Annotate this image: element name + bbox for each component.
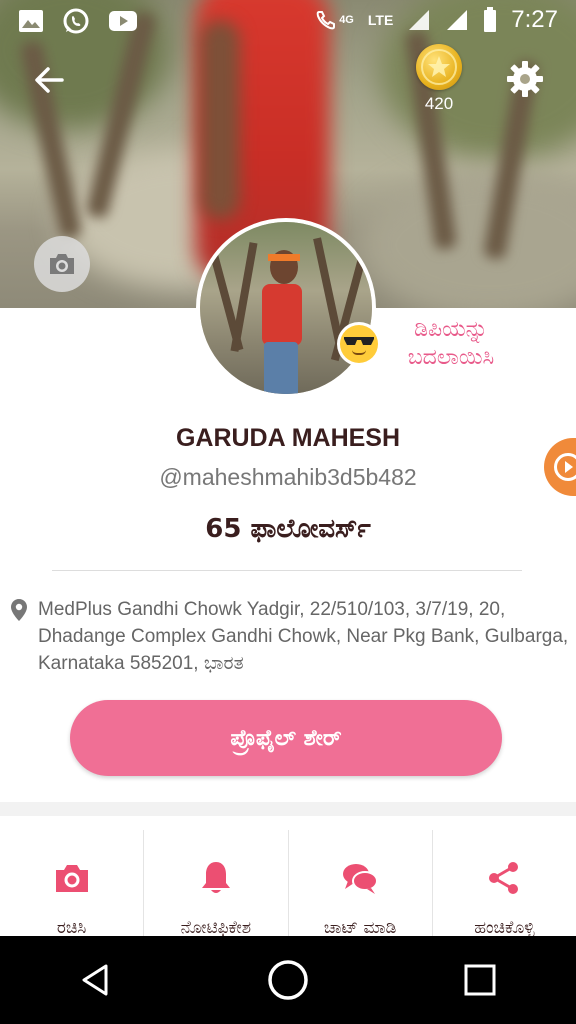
signal-icon (409, 10, 430, 30)
share-profile-button[interactable]: ಪ್ರೊಫೈಲ್ ಶೇರ್ (70, 700, 502, 776)
action-label: ರಚಿಸಿ (56, 918, 87, 938)
battery-icon (484, 7, 497, 32)
image-icon (19, 10, 43, 32)
gear-icon (507, 61, 543, 97)
nav-back-button[interactable] (66, 950, 126, 1010)
action-notifications[interactable]: ನೋಟಿಫಿಕೇಶ (144, 830, 289, 938)
home-circle-icon (268, 960, 308, 1000)
action-create[interactable]: ರಚಿಸಿ (0, 830, 145, 938)
network-type-label: LTE (367, 12, 394, 28)
camera-icon (55, 865, 88, 892)
action-label: ಚಾಟ್ ಮಾಡಿ (323, 918, 397, 938)
coin-icon[interactable] (416, 44, 462, 90)
clock: 7:27 (511, 6, 558, 33)
youtube-icon (109, 11, 137, 31)
share-icon (489, 862, 519, 894)
followers-count[interactable]: 65 ಫಾಲೋವರ್ಸ್ (0, 514, 576, 545)
network-small-label: 4G (339, 14, 354, 26)
change-dp-label: ಡಿಪಿಯನ್ನು ಬದಲಾಯಿಸಿ (407, 317, 495, 370)
divider (52, 570, 522, 571)
back-arrow-icon (35, 67, 64, 93)
settings-button[interactable] (504, 58, 546, 100)
coin-count: 420 (424, 94, 454, 113)
camera-icon (50, 254, 74, 274)
location-pin-icon (11, 599, 27, 621)
back-button[interactable] (30, 60, 70, 100)
profile-handle: @maheshmahib3d5b482 (159, 464, 417, 490)
profile-name: GARUDA MAHESH (175, 424, 401, 452)
change-dp-button[interactable]: ಡಿಪಿಯನ್ನು ಬದಲಾಯಿಸಿ (340, 316, 516, 372)
change-cover-button[interactable] (34, 236, 90, 292)
action-row: ರಚಿಸಿ ನೋಟಿಫಿಕೇಶ ಚಾಟ್ ಮಾಡಿ ಹಂಚಿಕೊಳ್ಳಿ (0, 830, 576, 938)
action-label: ನೋಟಿಫಿಕೇಶ (180, 918, 252, 938)
whatsapp-icon (63, 8, 89, 34)
nav-recents-button[interactable] (450, 950, 510, 1010)
section-divider (0, 802, 576, 816)
system-nav-bar (0, 936, 576, 1024)
recents-square-icon (464, 964, 496, 996)
status-bar: 4G LTE 7:27 (0, 0, 576, 42)
signal-icon-2 (447, 10, 468, 30)
address-block: MedPlus Gandhi Chowk Yadgir, 22/510/103,… (10, 596, 570, 677)
chat-icon (343, 864, 379, 894)
nav-home-button[interactable] (258, 950, 318, 1010)
sunglasses-emoji-icon (340, 325, 378, 363)
call-icon (316, 11, 336, 30)
action-label: ಹಂಚಿಕೊಳ್ಳಿ (474, 918, 535, 938)
play-icon (554, 453, 576, 481)
bell-icon (201, 862, 230, 893)
action-chat[interactable]: ಚಾಟ್ ಮಾಡಿ (289, 830, 433, 938)
back-triangle-icon (82, 964, 108, 996)
address-text: MedPlus Gandhi Chowk Yadgir, 22/510/103,… (38, 599, 569, 674)
action-share[interactable]: ಹಂಚಿಕೊಳ್ಳಿ (433, 830, 576, 938)
profile-screen: 4G LTE 7:27 420 ಡಿಪಿಯನ್ನು ಬದಲಾಯಿಸಿ GARUD… (0, 0, 576, 1024)
